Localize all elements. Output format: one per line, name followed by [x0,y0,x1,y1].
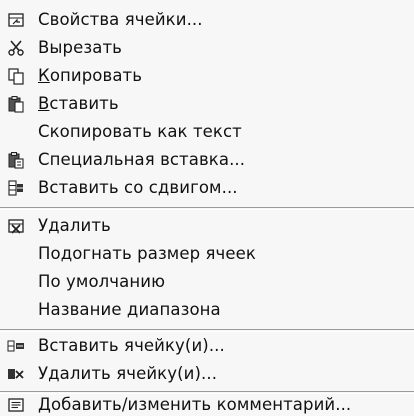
menu-item-delete[interactable]: Удалить [0,213,414,239]
accelerator-letter: В [38,94,50,113]
paste-special-icon [6,150,26,170]
insert-cells-icon [6,336,26,356]
menu-item-label: По умолчанию [38,272,166,291]
menu-item-cell-properties[interactable]: Свойства ячейки... [0,7,414,33]
menu-item-label: Подогнать размер ячеек [38,244,256,263]
menu-item-label: Свойства ячейки... [38,10,203,29]
cell-properties-icon [6,10,26,30]
menu-item-label: Вырезать [38,38,122,57]
menu-item-fit-cell-size[interactable]: Подогнать размер ячеек [0,241,414,267]
menu-item-label: Вставить ячейку(и)... [38,336,225,355]
menu-item-label: Копировать [38,66,143,85]
menu-item-label: Название диапазона [38,300,221,319]
delete-icon [6,216,26,236]
menu-item-label: Скопировать как текст [38,122,242,141]
menu-item-cut[interactable]: Вырезать [0,35,414,61]
menu-item-paste-special[interactable]: Специальная вставка... [0,147,414,173]
menu-item-label: Специальная вставка... [38,150,246,169]
menu-item-label: Удалить ячейку(и)... [38,364,218,383]
menu-item-default[interactable]: По умолчанию [0,269,414,295]
menu-item-insert-cells[interactable]: Вставить ячейку(и)... [0,333,414,359]
menu-item-paste[interactable]: Вставить [0,91,414,117]
delete-cells-icon [6,364,26,384]
menu-item-copy-as-text[interactable]: Скопировать как текст [0,119,414,145]
scissors-icon [6,38,26,58]
menu-separator [0,207,414,210]
menu-item-add-edit-comment[interactable]: Добавить/изменить комментарий... [0,392,414,418]
menu-separator [0,329,414,332]
menu-item-label: Вставить со сдвигом... [38,178,238,197]
context-menu: Свойства ячейки... Вырезать Копировать В… [0,0,414,416]
copy-icon [6,66,26,86]
menu-item-range-name[interactable]: Название диапазона [0,297,414,323]
paste-icon [6,94,26,114]
menu-item-copy[interactable]: Копировать [0,63,414,89]
insert-shift-icon [6,178,26,198]
comment-icon [6,395,26,415]
menu-item-insert-shift[interactable]: Вставить со сдвигом... [0,175,414,201]
menu-item-delete-cells[interactable]: Удалить ячейку(и)... [0,361,414,387]
menu-item-label: Удалить [38,216,111,235]
accelerator-letter: К [38,66,50,85]
menu-item-label: Добавить/изменить комментарий... [38,395,352,414]
menu-item-label: Вставить [38,94,119,113]
